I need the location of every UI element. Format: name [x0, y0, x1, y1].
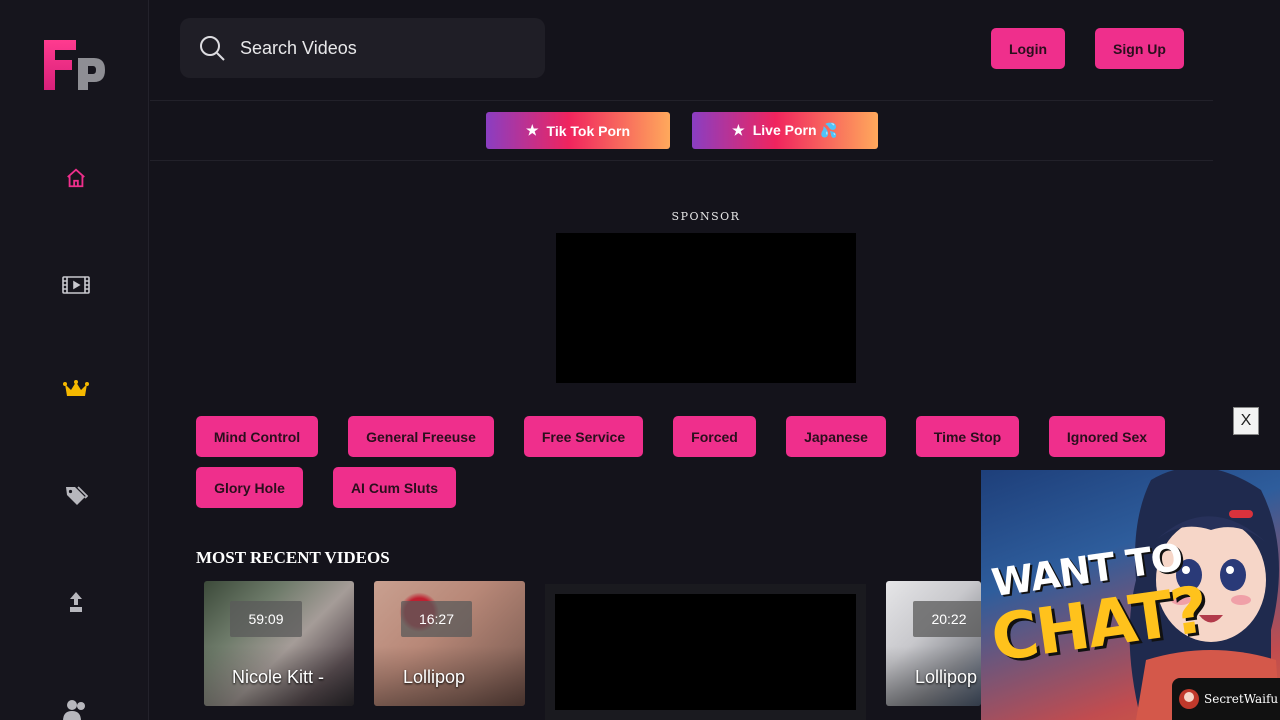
- tag-button[interactable]: AI Cum Sluts: [333, 467, 456, 508]
- header-divider: [150, 100, 1213, 101]
- video-title[interactable]: Lollipop: [915, 667, 977, 688]
- tags-icon[interactable]: [62, 483, 90, 507]
- promo-divider: [150, 160, 1213, 161]
- crown-icon[interactable]: [62, 377, 90, 401]
- close-ad-button[interactable]: X: [1233, 407, 1259, 435]
- promo-label: Tik Tok Porn: [546, 122, 631, 139]
- tag-button[interactable]: General Freeuse: [348, 416, 494, 457]
- popup-ad[interactable]: WANT TO CHAT? SecretWaifu: [981, 470, 1280, 720]
- promo-tiktok-button[interactable]: ★ Tik Tok Porn: [486, 112, 670, 149]
- tag-button[interactable]: Japanese: [786, 416, 886, 457]
- video-thumbnail[interactable]: 59:09 Nicole Kitt -: [204, 581, 354, 706]
- video-title[interactable]: Lollipop: [403, 667, 465, 688]
- video-title[interactable]: Nicole Kitt -: [232, 667, 324, 688]
- sponsor-label: SPONSOR: [671, 210, 741, 223]
- pornstars-icon[interactable]: [62, 590, 90, 614]
- brand-avatar-icon: [1179, 689, 1199, 709]
- video-duration: 16:27: [401, 601, 472, 637]
- promo-live-button[interactable]: ★ Live Porn 💦: [692, 112, 878, 149]
- video-duration: 20:22: [913, 601, 981, 637]
- video-thumbnail[interactable]: 20:22 Lollipop: [886, 581, 981, 706]
- sponsor-ad[interactable]: [556, 233, 856, 383]
- search-bar: [180, 18, 545, 78]
- inline-ad[interactable]: [545, 584, 866, 720]
- section-title: MOST RECENT VIDEOS: [196, 548, 390, 567]
- tag-button[interactable]: Free Service: [524, 416, 643, 457]
- tag-button[interactable]: Time Stop: [916, 416, 1019, 457]
- site-logo[interactable]: [42, 40, 108, 92]
- tag-button[interactable]: Glory Hole: [196, 467, 303, 508]
- community-icon[interactable]: [62, 698, 90, 720]
- login-button[interactable]: Login: [991, 28, 1065, 69]
- ad-brand-name: SecretWaifu: [1204, 692, 1279, 706]
- star-icon: ★: [732, 122, 745, 138]
- tag-button[interactable]: Mind Control: [196, 416, 318, 457]
- signup-button[interactable]: Sign Up: [1095, 28, 1184, 69]
- promo-label: Live Porn 💦: [752, 122, 838, 138]
- video-thumbnail[interactable]: 16:27 Lollipop: [374, 581, 525, 706]
- search-icon[interactable]: [198, 34, 226, 62]
- videos-icon[interactable]: [62, 273, 90, 297]
- video-duration: 59:09: [230, 601, 302, 637]
- tag-button[interactable]: Forced: [673, 416, 756, 457]
- sidebar: [0, 0, 149, 720]
- tag-button[interactable]: Ignored Sex: [1049, 416, 1165, 457]
- ad-brand-badge: SecretWaifu: [1172, 678, 1280, 720]
- star-icon: ★: [525, 122, 539, 138]
- home-icon[interactable]: [62, 166, 90, 190]
- search-input[interactable]: [240, 37, 520, 59]
